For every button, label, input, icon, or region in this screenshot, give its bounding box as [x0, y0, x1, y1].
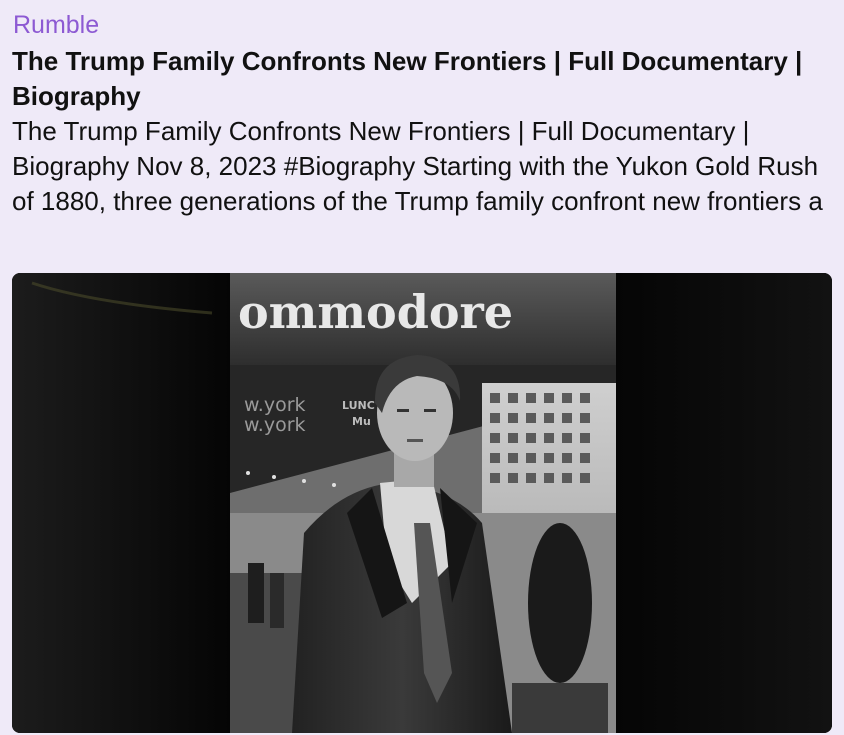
site-name: Rumble: [13, 11, 100, 39]
preview-title[interactable]: The Trump Family Confronts New Frontiers…: [12, 44, 822, 114]
awning-text-2: w.york: [244, 414, 306, 436]
preview-thumbnail[interactable]: ommodore w.york w.york LUNC Mu: [12, 273, 832, 733]
thumbnail-image: ommodore w.york w.york LUNC Mu: [12, 273, 832, 733]
link-preview-card[interactable]: Rumble The Trump Family Confronts New Fr…: [0, 0, 844, 735]
awning-text-1: w.york: [244, 394, 306, 416]
awning-mu-text: Mu: [352, 415, 371, 428]
sign-text: ommodore: [238, 285, 513, 339]
awning-lunch-text: LUNC: [342, 399, 375, 412]
preview-description: The Trump Family Confronts New Frontiers…: [12, 116, 823, 216]
